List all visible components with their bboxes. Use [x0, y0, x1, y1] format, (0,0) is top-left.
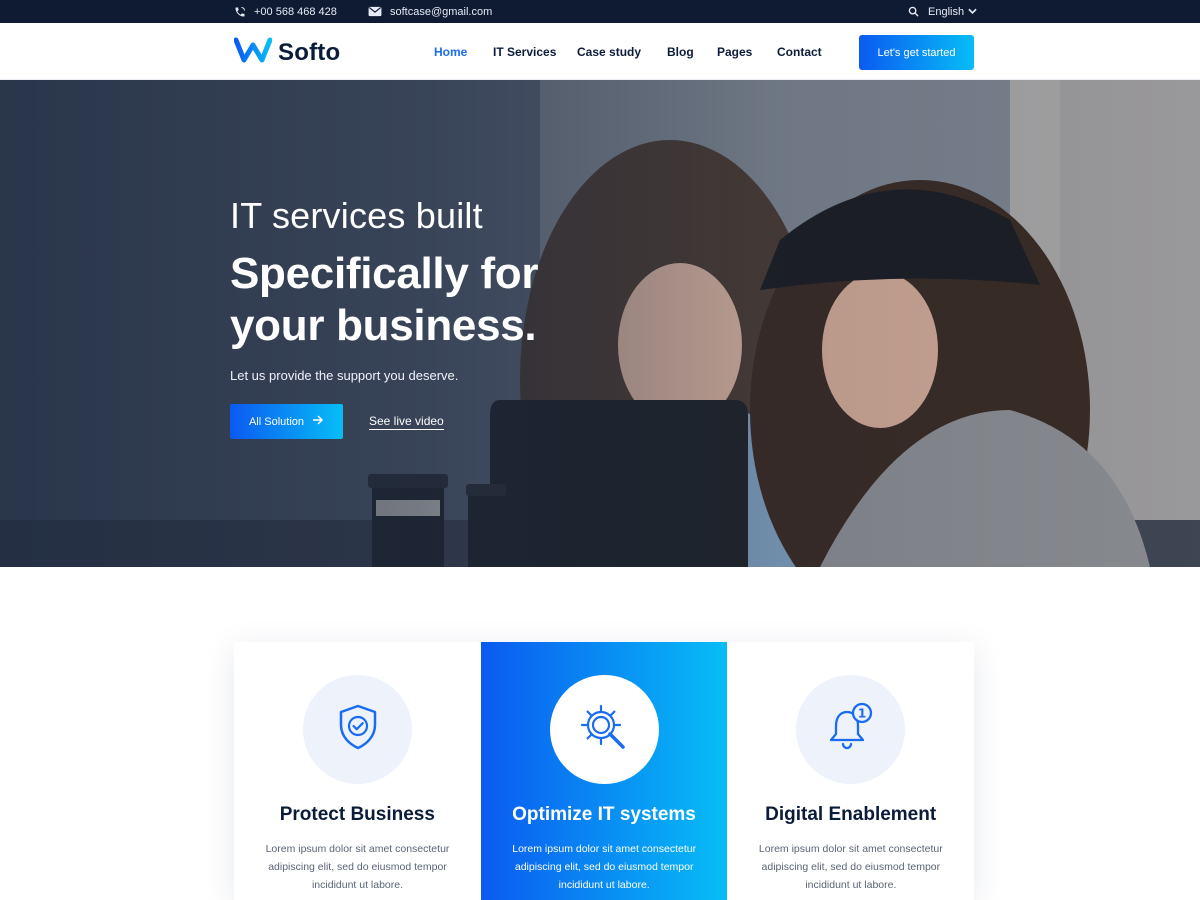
all-solution-label: All Solution	[248, 415, 305, 428]
phone-icon	[234, 6, 246, 18]
all-solution-button[interactable]: All Solution	[230, 404, 343, 439]
feature-icon-circle	[549, 675, 659, 784]
hero-overlay	[0, 80, 1200, 567]
logo-text: Softo	[278, 38, 341, 66]
nav-pages[interactable]: Pages	[717, 45, 752, 59]
get-started-button[interactable]: Let's get started	[859, 35, 974, 70]
feature-card-digital-enablement[interactable]: 1 Digital Enablement Lorem ipsum dolor s…	[727, 642, 975, 900]
phone-number: +00 568 468 428	[254, 5, 337, 18]
bell-notification-icon: 1	[826, 702, 876, 757]
feature-text: Lorem ipsum dolor sit amet consectetur a…	[512, 843, 697, 891]
nav-contact[interactable]: Contact	[777, 45, 822, 59]
hero-section: IT services built Specifically for your …	[0, 80, 1200, 567]
feature-title: Protect Business	[279, 804, 435, 825]
features-section: Protect Business Lorem ipsum dolor sit a…	[234, 642, 975, 900]
feature-text: Lorem ipsum dolor sit amet consectetur a…	[265, 843, 450, 891]
see-live-video-link[interactable]: See live video	[369, 414, 444, 430]
hero-subtitle: Let us provide the support you deserve.	[230, 368, 459, 383]
logo-mark-icon	[233, 37, 273, 68]
email-address: softcase@gmail.com	[390, 5, 493, 18]
hero-content: IT services built Specifically for your …	[230, 195, 539, 439]
nav-case-study[interactable]: Case study	[577, 45, 641, 59]
mail-icon	[368, 6, 382, 17]
hero-tagline: IT services built	[230, 195, 483, 236]
hero-headline-line-2: your business.	[230, 301, 537, 350]
svg-text:1: 1	[858, 707, 866, 721]
main-header: Softo Home IT Services Case study Blog P…	[0, 23, 1200, 80]
hero-actions: All Solution See live video	[230, 404, 550, 439]
hero-headline-line-1: Specifically for	[230, 249, 539, 298]
feature-text: Lorem ipsum dolor sit amet consectetur a…	[758, 843, 943, 891]
chevron-down-icon	[968, 8, 977, 15]
language-label: English	[928, 5, 965, 18]
feature-title: Optimize IT systems	[512, 804, 696, 825]
feature-title: Digital Enablement	[765, 804, 937, 825]
feature-icon-circle	[303, 675, 412, 784]
phone-contact[interactable]: +00 568 468 428	[234, 0, 337, 23]
nav-home[interactable]: Home	[434, 45, 467, 59]
gear-search-icon	[579, 703, 629, 756]
shield-check-icon	[336, 703, 380, 756]
email-contact[interactable]: softcase@gmail.com	[368, 0, 492, 23]
nav-blog[interactable]: Blog	[667, 45, 694, 59]
hero-headline: Specifically for your business.	[230, 248, 539, 352]
language-selector[interactable]: English	[928, 0, 977, 23]
arrow-right-icon	[312, 415, 324, 428]
search-button[interactable]	[908, 0, 919, 23]
feature-icon-circle: 1	[796, 675, 906, 784]
feature-card-optimize-it[interactable]: Optimize IT systems Lorem ipsum dolor si…	[480, 642, 728, 900]
top-bar: +00 568 468 428 softcase@gmail.com Engli…	[0, 0, 1200, 23]
search-icon	[908, 6, 919, 17]
feature-card-protect-business[interactable]: Protect Business Lorem ipsum dolor sit a…	[234, 642, 481, 900]
nav-it-services[interactable]: IT Services	[493, 45, 556, 59]
site-logo[interactable]: Softo	[233, 37, 341, 68]
